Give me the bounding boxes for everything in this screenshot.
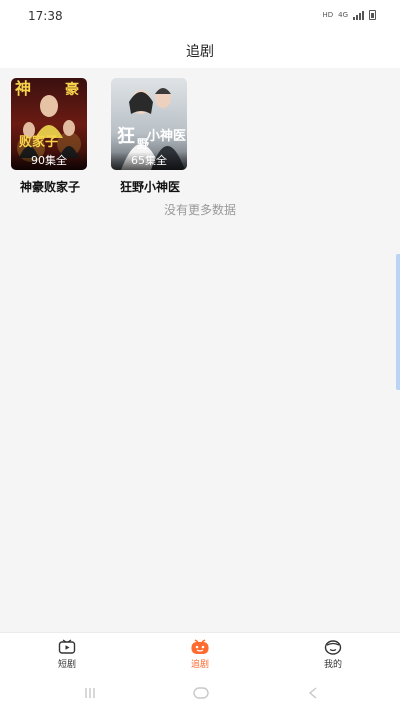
tab-short-drama[interactable]: 短剧 — [27, 633, 107, 677]
page-header: 追剧 — [0, 32, 400, 68]
drama-poster[interactable]: 狂 野 小神医 65集全 — [111, 78, 187, 170]
edge-scroll-handle[interactable] — [396, 254, 400, 390]
battery-icon — [369, 10, 376, 20]
episode-count-badge: 90集全 — [11, 152, 87, 170]
episode-count-badge: 65集全 — [111, 152, 187, 170]
status-time: 17:38 — [28, 9, 63, 23]
follow-drama-icon — [191, 639, 209, 654]
system-nav-bar — [0, 676, 400, 711]
drama-poster[interactable]: 神 豪 败家子 90集全 — [11, 78, 87, 170]
drama-title[interactable]: 神豪败家子 — [11, 178, 89, 195]
tab-label: 追剧 — [190, 660, 209, 670]
status-icons: HD 4G — [322, 10, 376, 20]
svg-text:败家子: 败家子 — [19, 134, 58, 150]
signal-icon — [353, 10, 364, 20]
drama-title[interactable]: 狂野小神医 — [111, 178, 189, 195]
play-tv-icon — [58, 639, 76, 654]
tab-profile[interactable]: 我的 — [293, 633, 373, 677]
page-title: 追剧 — [186, 44, 214, 60]
svg-text:狂: 狂 — [117, 126, 135, 147]
profile-face-icon — [324, 640, 342, 655]
hd-label: HD — [322, 11, 334, 19]
network-label: 4G — [338, 11, 348, 19]
drama-card[interactable]: 神 豪 败家子 90集全 神豪败家子 — [11, 78, 89, 195]
tab-follow-drama[interactable]: 追剧 — [160, 633, 240, 677]
back-icon[interactable] — [307, 686, 319, 700]
drama-card[interactable]: 狂 野 小神医 65集全 狂野小神医 — [111, 78, 189, 195]
recents-icon[interactable] — [83, 686, 97, 700]
svg-text:豪: 豪 — [65, 81, 79, 98]
status-bar: 17:38 HD 4G — [0, 0, 400, 32]
bottom-tab-bar: 短剧 追剧 我的 — [0, 632, 400, 677]
tab-label: 短剧 — [57, 660, 76, 670]
home-icon[interactable] — [193, 686, 209, 700]
list-end-text: 没有更多数据 — [163, 203, 236, 217]
tab-label: 我的 — [323, 660, 342, 670]
svg-text:小神医: 小神医 — [147, 128, 186, 144]
svg-text:神: 神 — [15, 79, 31, 98]
